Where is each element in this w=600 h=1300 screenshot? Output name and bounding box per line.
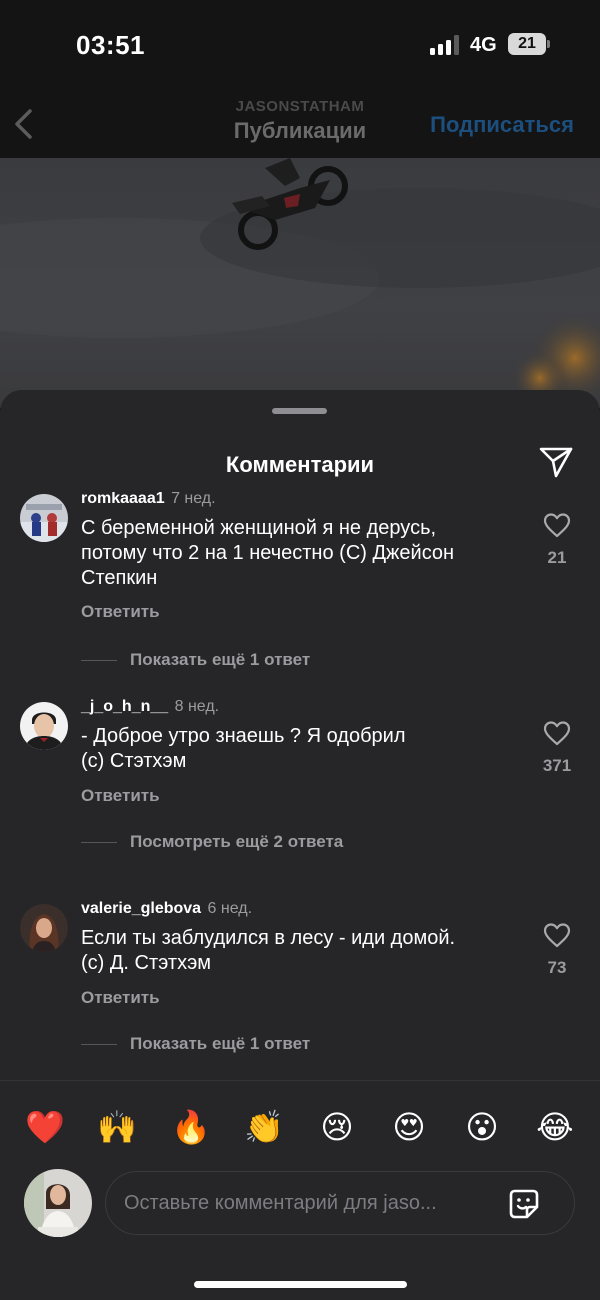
avatar[interactable] [20,702,68,750]
comment-header: _j_o_h_n__ 8 нед. [81,698,219,716]
reaction-heart[interactable]: ❤️ [23,1105,67,1149]
quick-reactions: ❤️ 🙌 🔥 👏 😢 😍 😮 😂 [0,1105,600,1149]
avatar[interactable] [20,494,68,542]
comment-composer: ❤️ 🙌 🔥 👏 😢 😍 😮 😂 [0,1080,600,1300]
motocross-photo [0,158,600,406]
sheet-title: Комментарии [225,452,375,477]
like-count: 73 [547,958,567,977]
battery-tip [547,40,550,48]
comment-item: _j_o_h_n__ 8 нед. - Доброе утро знаешь ?… [0,698,600,898]
comment-input-wrapper [105,1171,575,1235]
status-time: 03:51 [76,30,145,60]
like-count: 371 [542,756,572,775]
signal-icon [430,35,462,55]
heart-icon [543,923,571,948]
like-button[interactable]: 371 [538,720,576,776]
heart-icon [543,513,571,538]
show-more-replies[interactable]: Показать ещё 1 ответ [81,650,310,670]
comment-input[interactable] [124,1172,494,1234]
comment-text: С беременной женщиной я не дерусь, потом… [81,517,455,589]
show-more-replies-label: Показать ещё 1 ответ [130,650,311,669]
comment-time: 7 нед. [171,492,216,507]
reply-button[interactable]: Ответить [81,786,160,806]
follow-button[interactable]: Подписаться [430,112,574,138]
show-more-replies[interactable]: Посмотреть ещё 2 ответа [81,832,343,852]
battery-icon: 21 [508,33,546,55]
like-button[interactable]: 73 [538,922,576,978]
comment-time: 6 нед. [207,900,253,917]
comments-list[interactable]: romkaaaa1 7 нед. С беременной женщиной я… [0,492,600,1080]
reaction-raised-hands[interactable]: 🙌 [95,1105,139,1149]
reaction-surprised[interactable]: 😮 [460,1105,504,1149]
like-button[interactable]: 21 [538,512,576,568]
reaction-clap[interactable]: 👏 [242,1105,286,1149]
post-photo [0,158,600,408]
sticker-icon[interactable] [506,1186,542,1222]
sheet-grabber[interactable] [272,408,327,414]
comment-username[interactable]: valerie_glebova [81,900,201,917]
home-indicator[interactable] [194,1281,407,1288]
comment-username[interactable]: _j_o_h_n__ [81,698,168,715]
reaction-laugh[interactable]: 😂 [533,1105,577,1149]
heart-icon [543,721,571,746]
show-more-replies-label: Посмотреть ещё 2 ответа [130,832,344,851]
comment-header: romkaaaa1 7 нед. [81,492,216,508]
network-type: 4G [470,34,497,56]
comment-text: - Доброе утро знаешь ? Я одобрил (с) Стэ… [81,725,406,772]
share-icon[interactable] [538,444,574,480]
reply-button[interactable]: Ответить [81,988,160,1008]
like-count: 21 [547,548,567,567]
comment-text: Если ты заблудился в лесу - иди домой. (… [81,927,456,974]
comment-header: valerie_glebova 6 нед. [81,900,252,918]
posts-header: JASONSTATHAM Публикации Подписаться [0,90,600,158]
avatar[interactable] [20,904,68,952]
reaction-heart-eyes[interactable]: 😍 [387,1105,431,1149]
battery-level: 21 [518,35,536,52]
reply-button[interactable]: Ответить [81,602,160,622]
current-user-avatar [24,1169,92,1237]
reaction-fire[interactable]: 🔥 [169,1105,213,1149]
comment-username[interactable]: romkaaaa1 [81,492,165,507]
show-more-replies-label: Показать ещё 1 ответ [130,1034,311,1053]
show-more-replies[interactable]: Показать ещё 1 ответ [81,1034,310,1054]
status-bar: 03:51 4G 21 [0,0,600,90]
comment-time: 8 нед. [174,698,220,715]
reaction-cry[interactable]: 😢 [315,1105,359,1149]
comment-item: valerie_glebova 6 нед. Если ты заблудилс… [0,900,600,1080]
comment-item: romkaaaa1 7 нед. С беременной женщиной я… [0,492,600,676]
